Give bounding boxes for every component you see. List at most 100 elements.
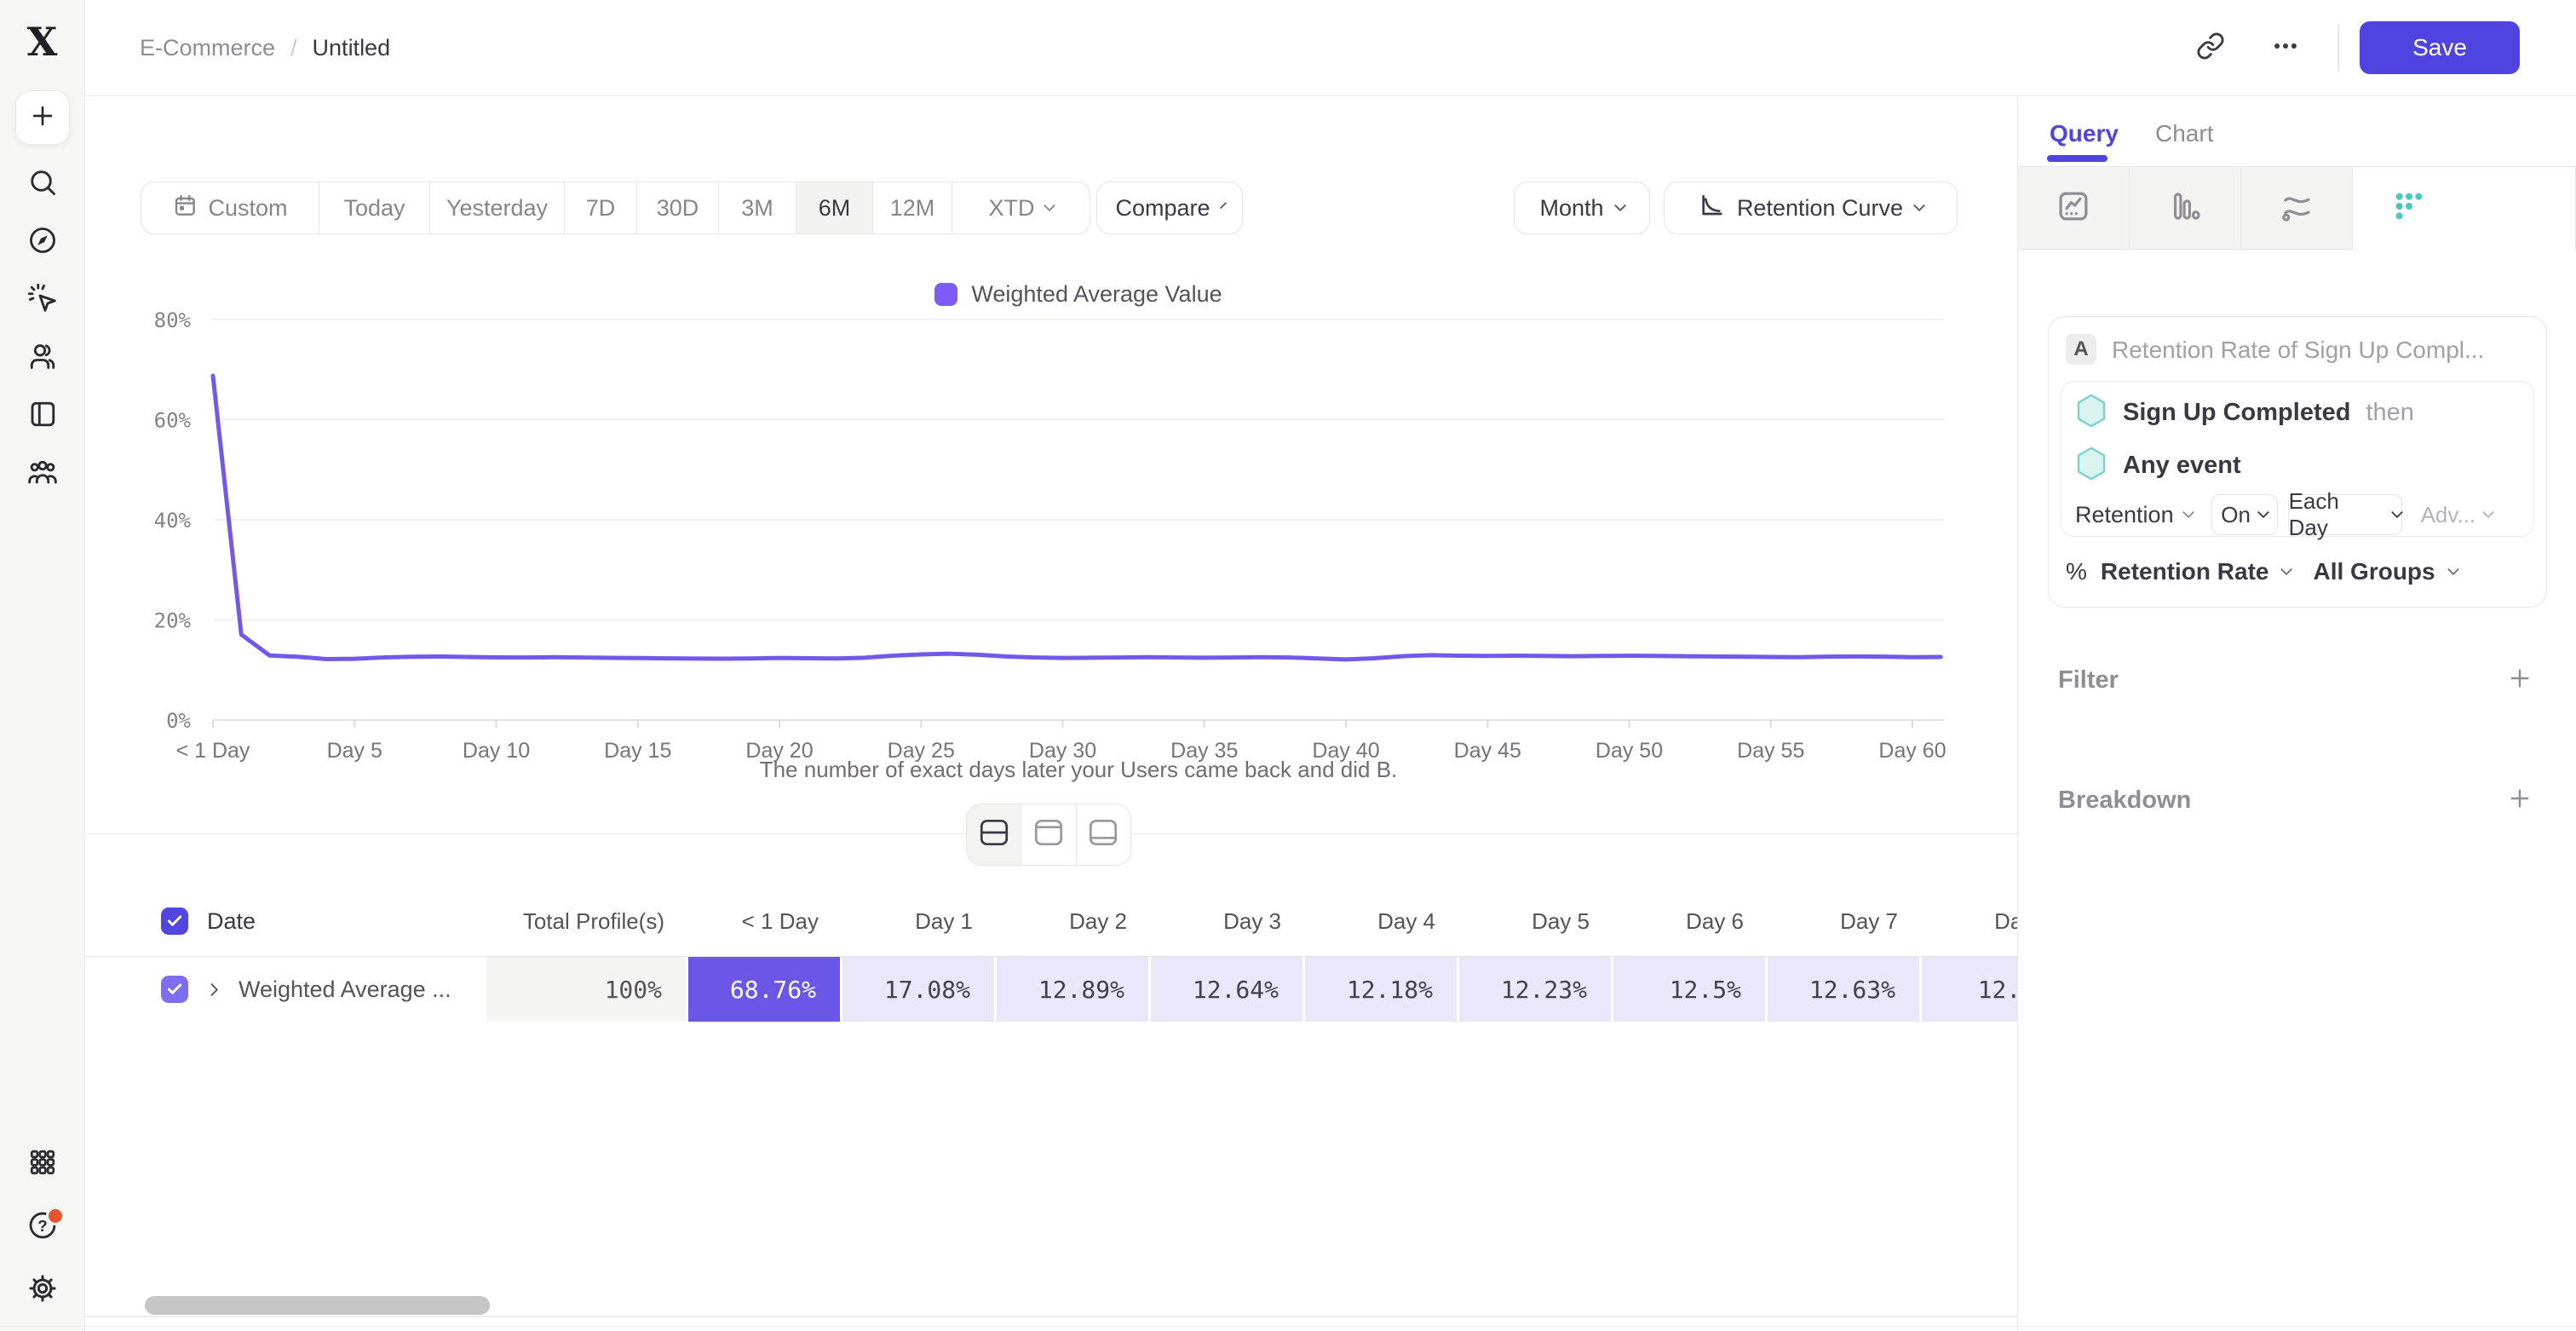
table-cell[interactable]: 12.63% (1768, 957, 1922, 1022)
date-range-12m[interactable]: 12M (872, 182, 952, 233)
save-button[interactable]: Save (2360, 21, 2520, 74)
chevron-down-icon (1613, 199, 1625, 211)
column-header[interactable]: Day 7 (1768, 886, 1922, 956)
sidebar-item-settings[interactable] (24, 1271, 61, 1309)
compare-button[interactable]: Compare (1096, 182, 1243, 234)
date-range-custom[interactable]: Custom (141, 182, 319, 233)
sidebar-item-help[interactable]: ? (24, 1208, 61, 1246)
query-title[interactable]: Retention Rate of Sign Up Compl... (2112, 337, 2484, 364)
first-event-name[interactable]: Sign Up Completed (2123, 399, 2350, 427)
returning-event-row[interactable]: Any event (2075, 447, 2241, 484)
retention-icon (2391, 188, 2427, 228)
sidebar-bottom: ? (24, 1120, 61, 1331)
mixpanel-logo[interactable]: X (27, 22, 58, 61)
topbar-actions: Save (2191, 21, 2520, 74)
returning-event-name[interactable]: Any event (2123, 452, 2241, 480)
table-cell[interactable]: 12.5% (1613, 957, 1768, 1022)
report-tab-flows[interactable] (2241, 167, 2353, 250)
date-range-yesterday[interactable]: Yesterday (429, 182, 564, 233)
add-breakdown-button[interactable] (2506, 785, 2533, 816)
breadcrumb-parent[interactable]: E-Commerce (140, 35, 275, 61)
column-header[interactable]: Total Profile(s) (486, 886, 688, 956)
interval-dropdown[interactable]: Each Day (2288, 494, 2402, 535)
table-cell-highlight[interactable]: 68.76% (688, 957, 842, 1022)
report-tab-retention[interactable] (2353, 167, 2464, 250)
date-range-6m[interactable]: 6M (796, 182, 872, 233)
date-range-label: Yesterday (446, 195, 548, 222)
date-range-label: Today (343, 195, 405, 222)
measure-dropdown[interactable]: Retention Rate (2101, 558, 2269, 585)
expand-row-icon[interactable] (205, 982, 219, 996)
column-header[interactable]: Day 2 (997, 886, 1151, 956)
select-all-checkbox[interactable] (161, 908, 188, 935)
report-tab-funnels[interactable] (2130, 167, 2241, 250)
breadcrumb-current[interactable]: Untitled (313, 35, 391, 61)
calendar-icon (172, 193, 198, 224)
table-cell[interactable]: 12.64% (1151, 957, 1305, 1022)
query-panel: Query Chart (2018, 96, 2576, 1331)
advanced-dropdown[interactable]: Adv... (2421, 502, 2493, 528)
first-event-row[interactable]: Sign Up Completed then (2075, 394, 2414, 431)
date-header-label[interactable]: Date (207, 908, 256, 935)
table-cell[interactable]: 12.89% (997, 957, 1151, 1022)
granularity-dropdown[interactable]: Month (1514, 182, 1650, 234)
report-tab-insights[interactable] (2018, 167, 2130, 250)
date-range-label: 3M (741, 195, 773, 222)
date-range-today[interactable]: Today (319, 182, 429, 233)
sidebar-item-explore[interactable] (24, 223, 61, 261)
row-checkbox[interactable] (161, 976, 188, 1003)
column-header[interactable]: Day 8 (1922, 886, 2017, 956)
copy-link-button[interactable] (2191, 28, 2230, 67)
add-filter-button[interactable] (2506, 665, 2533, 696)
on-dropdown[interactable]: On (2211, 494, 2278, 535)
column-header[interactable]: Day 6 (1613, 886, 1768, 956)
sidebar-item-users[interactable] (24, 339, 61, 377)
chevron-down-icon (2447, 563, 2459, 575)
column-header[interactable]: Day 4 (1305, 886, 1459, 956)
first-event-suffix: then (2366, 399, 2413, 427)
table-cell[interactable]: 12.7% (1922, 957, 2017, 1022)
date-range-xtd[interactable]: XTD (952, 182, 1090, 233)
date-range-7d[interactable]: 7D (564, 182, 636, 233)
view-toggle-split[interactable] (967, 804, 1021, 865)
sidebar-item-apps[interactable] (24, 1145, 61, 1183)
column-header[interactable]: < 1 Day (688, 886, 842, 956)
sidebar-item-events[interactable] (24, 281, 61, 319)
more-options-button[interactable] (2266, 28, 2305, 67)
filter-section: Filter (2058, 660, 2533, 700)
svg-text:20%: 20% (154, 609, 192, 633)
flows-icon (2279, 188, 2314, 228)
column-header[interactable]: Day 3 (1151, 886, 1305, 956)
link-icon (2196, 32, 2225, 65)
create-new-button[interactable] (15, 90, 70, 145)
table-cell[interactable]: 12.23% (1459, 957, 1613, 1022)
table-cell[interactable]: 17.08% (842, 957, 997, 1022)
sidebar-item-boards[interactable] (24, 397, 61, 435)
view-toggle-table-only[interactable] (1076, 804, 1130, 865)
table-cell[interactable]: 12.18% (1305, 957, 1459, 1022)
retention-dropdown[interactable]: Retention (2075, 502, 2193, 528)
date-range-label: 7D (586, 195, 616, 222)
sidebar-item-cohorts[interactable] (24, 455, 61, 493)
view-toggle-chart-only[interactable] (1021, 804, 1075, 865)
sidebar-item-search[interactable] (24, 165, 61, 203)
row-label[interactable]: Weighted Average ... (239, 977, 451, 1003)
chart-type-dropdown[interactable]: Retention Curve (1664, 182, 1958, 234)
check-icon (166, 981, 183, 998)
column-header[interactable]: Day 5 (1459, 886, 1613, 956)
tab-chart[interactable]: Chart (2155, 120, 2213, 147)
groups-dropdown[interactable]: All Groups (2313, 558, 2435, 585)
insights-icon (2056, 188, 2091, 228)
date-range-3m[interactable]: 3M (718, 182, 796, 233)
table-cell[interactable]: 100% (486, 957, 688, 1022)
tab-query[interactable]: Query (2050, 120, 2119, 147)
retention-chart[interactable]: 0%20%40%60%80%< 1 DayDay 5Day 10Day 15Da… (85, 281, 2017, 792)
report-type-tabs (2018, 167, 2576, 250)
horizontal-scrollbar[interactable] (145, 1296, 490, 1315)
column-header[interactable]: Day 1 (842, 886, 997, 956)
date-range-30d[interactable]: 30D (636, 182, 718, 233)
svg-text:80%: 80% (154, 308, 192, 332)
row-header: Weighted Average ... (85, 957, 486, 1022)
compass-icon (27, 225, 58, 260)
plus-icon (2506, 665, 2533, 692)
